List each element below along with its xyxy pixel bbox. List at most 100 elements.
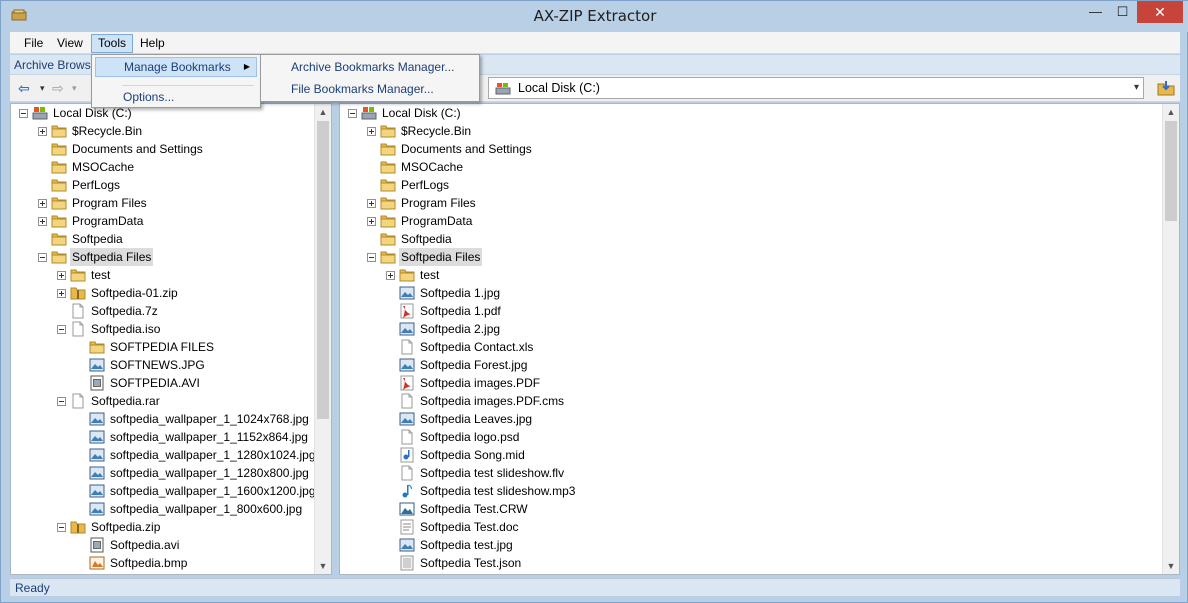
tree-row[interactable]: Softpedia Files — [340, 248, 1140, 266]
collapse-icon[interactable] — [348, 109, 357, 118]
expand-icon[interactable] — [57, 271, 66, 280]
tree-row[interactable]: $Recycle.Bin — [11, 122, 331, 140]
menu-help[interactable]: Help — [134, 34, 171, 53]
menu-item-options[interactable]: Options... — [95, 87, 257, 107]
tree-row[interactable]: Softpedia.iso — [11, 320, 331, 338]
collapse-icon[interactable] — [57, 397, 66, 406]
tree-row[interactable]: $Recycle.Bin — [340, 122, 1140, 140]
menu-separator — [122, 85, 254, 86]
scroll-up-arrow[interactable]: ▲ — [315, 104, 331, 120]
tree-row[interactable]: Softpedia logo.psd — [340, 428, 1140, 446]
expand-icon[interactable] — [367, 217, 376, 226]
tree-row[interactable]: Softpedia Song.mid — [340, 446, 1140, 464]
tree-row[interactable]: Softpedia 2.jpg — [340, 320, 1140, 338]
expand-icon[interactable] — [57, 289, 66, 298]
scroll-up-arrow[interactable]: ▲ — [1163, 104, 1179, 120]
menu-item-file-bookmarks-manager[interactable]: File Bookmarks Manager... — [264, 79, 476, 99]
tree-row[interactable]: ProgramData — [340, 212, 1140, 230]
tree-row[interactable]: Softpedia.avi — [11, 536, 331, 554]
maximize-button[interactable]: ☐ — [1109, 1, 1136, 23]
back-button[interactable]: ⇦ — [18, 79, 30, 97]
tree-row[interactable]: Softpedia images.PDF — [340, 374, 1140, 392]
left-vertical-scrollbar[interactable]: ▲ ▼ — [314, 104, 331, 574]
tree-row[interactable]: Softpedia Test.doc — [340, 518, 1140, 536]
tree-row[interactable]: softpedia_wallpaper_1_1280x800.jpg — [11, 464, 331, 482]
file-tree-pane[interactable]: Local Disk (C:) $Recycle.Bin Documents and… — [339, 103, 1180, 575]
scroll-thumb[interactable] — [1165, 121, 1177, 221]
tree-row[interactable]: Softpedia 1.pdf — [340, 302, 1140, 320]
tree-row[interactable]: Softpedia Forest.jpg — [340, 356, 1140, 374]
minimize-button[interactable]: — — [1082, 1, 1109, 23]
tree-row[interactable]: Softpedia images.PDF.cms — [340, 392, 1140, 410]
collapse-icon[interactable] — [57, 325, 66, 334]
collapse-icon[interactable] — [19, 109, 28, 118]
tree-row[interactable]: SOFTPEDIA.AVI — [11, 374, 331, 392]
tree-row[interactable]: Softpedia Files — [11, 248, 331, 266]
menu-item-archive-bookmarks-manager[interactable]: Archive Bookmarks Manager... — [264, 57, 476, 77]
tree-row[interactable]: Softpedia Contact.xls — [340, 338, 1140, 356]
scroll-down-arrow[interactable]: ▼ — [1163, 558, 1179, 574]
tree-row[interactable]: Documents and Settings — [11, 140, 331, 158]
expand-icon[interactable] — [367, 199, 376, 208]
drive-selector[interactable]: Local Disk (C:) ▾ — [488, 77, 1144, 99]
expand-icon[interactable] — [38, 217, 47, 226]
tree-row[interactable]: SOFTPEDIA FILES — [11, 338, 331, 356]
title-bar[interactable]: AX-ZIP Extractor — ☐ ✕ — [1, 1, 1188, 32]
tree-row[interactable]: Softpedia test slideshow.mp3 — [340, 482, 1140, 500]
extract-folder-icon[interactable] — [1157, 79, 1175, 97]
tree-row[interactable]: ProgramData — [11, 212, 331, 230]
menu-item-manage-bookmarks[interactable]: Manage Bookmarks ▶ — [95, 57, 257, 77]
tree-item-label: Softpedia Test.json — [420, 556, 522, 570]
tree-row[interactable]: Documents and Settings — [340, 140, 1140, 158]
tree-row[interactable]: softpedia_wallpaper_1_1024x768.jpg — [11, 410, 331, 428]
forward-history-dropdown[interactable]: ▾ — [72, 79, 77, 97]
tree-row[interactable]: Softpedia.7z — [11, 302, 331, 320]
tree-row[interactable]: PerfLogs — [340, 176, 1140, 194]
expand-icon[interactable] — [38, 199, 47, 208]
expand-icon[interactable] — [38, 127, 47, 136]
scroll-thumb[interactable] — [317, 121, 329, 419]
tree-item-label: Softpedia 1.jpg — [420, 286, 501, 300]
tree-row[interactable]: softpedia_wallpaper_1_1600x1200.jpg — [11, 482, 331, 500]
tree-row[interactable]: Softpedia Leaves.jpg — [340, 410, 1140, 428]
forward-button[interactable]: ⇨ — [52, 79, 64, 97]
tree-row[interactable]: Softpedia — [340, 230, 1140, 248]
tree-row[interactable]: PerfLogs — [11, 176, 331, 194]
tree-row[interactable]: Program Files — [340, 194, 1140, 212]
tree-row[interactable]: test — [340, 266, 1140, 284]
collapse-icon[interactable] — [57, 523, 66, 532]
chevron-down-icon[interactable]: ▾ — [1134, 82, 1139, 93]
menu-file[interactable]: File — [18, 34, 49, 53]
collapse-icon[interactable] — [38, 253, 47, 262]
tree-row[interactable]: Softpedia — [11, 230, 331, 248]
tree-row[interactable]: MSOCache — [11, 158, 331, 176]
tab-archive-browser[interactable]: Archive Browse — [14, 58, 97, 72]
tree-row[interactable]: Softpedia-01.zip — [11, 284, 331, 302]
tree-row[interactable]: Softpedia Test.CRW — [340, 500, 1140, 518]
tree-row[interactable]: Softpedia test slideshow.flv — [340, 464, 1140, 482]
tree-row[interactable]: Softpedia.zip — [11, 518, 331, 536]
expand-icon[interactable] — [386, 271, 395, 280]
expand-icon[interactable] — [367, 127, 376, 136]
tree-row[interactable]: softpedia_wallpaper_1_1152x864.jpg — [11, 428, 331, 446]
collapse-icon[interactable] — [367, 253, 376, 262]
scroll-down-arrow[interactable]: ▼ — [315, 558, 331, 574]
tree-row[interactable]: softpedia_wallpaper_1_800x600.jpg — [11, 500, 331, 518]
archive-tree-pane[interactable]: Local Disk (C:) $Recycle.Bin Documents and… — [10, 103, 332, 575]
tree-row[interactable]: Softpedia.bmp — [11, 554, 331, 572]
tree-row[interactable]: Program Files — [11, 194, 331, 212]
tree-row[interactable]: Softpedia.rar — [11, 392, 331, 410]
back-history-dropdown[interactable]: ▾ — [40, 79, 45, 97]
menu-tools[interactable]: Tools — [91, 34, 134, 53]
tree-row[interactable]: Local Disk (C:) — [340, 104, 1140, 122]
close-button[interactable]: ✕ — [1137, 1, 1183, 23]
tree-row[interactable]: Softpedia test.jpg — [340, 536, 1140, 554]
tree-row[interactable]: Softpedia Test.json — [340, 554, 1140, 572]
tree-row[interactable]: Softpedia 1.jpg — [340, 284, 1140, 302]
tree-row[interactable]: softpedia_wallpaper_1_1280x1024.jpg — [11, 446, 331, 464]
menu-view[interactable]: View — [51, 34, 89, 53]
right-vertical-scrollbar[interactable]: ▲ ▼ — [1162, 104, 1179, 574]
tree-row[interactable]: SOFTNEWS.JPG — [11, 356, 331, 374]
tree-row[interactable]: test — [11, 266, 331, 284]
tree-row[interactable]: MSOCache — [340, 158, 1140, 176]
